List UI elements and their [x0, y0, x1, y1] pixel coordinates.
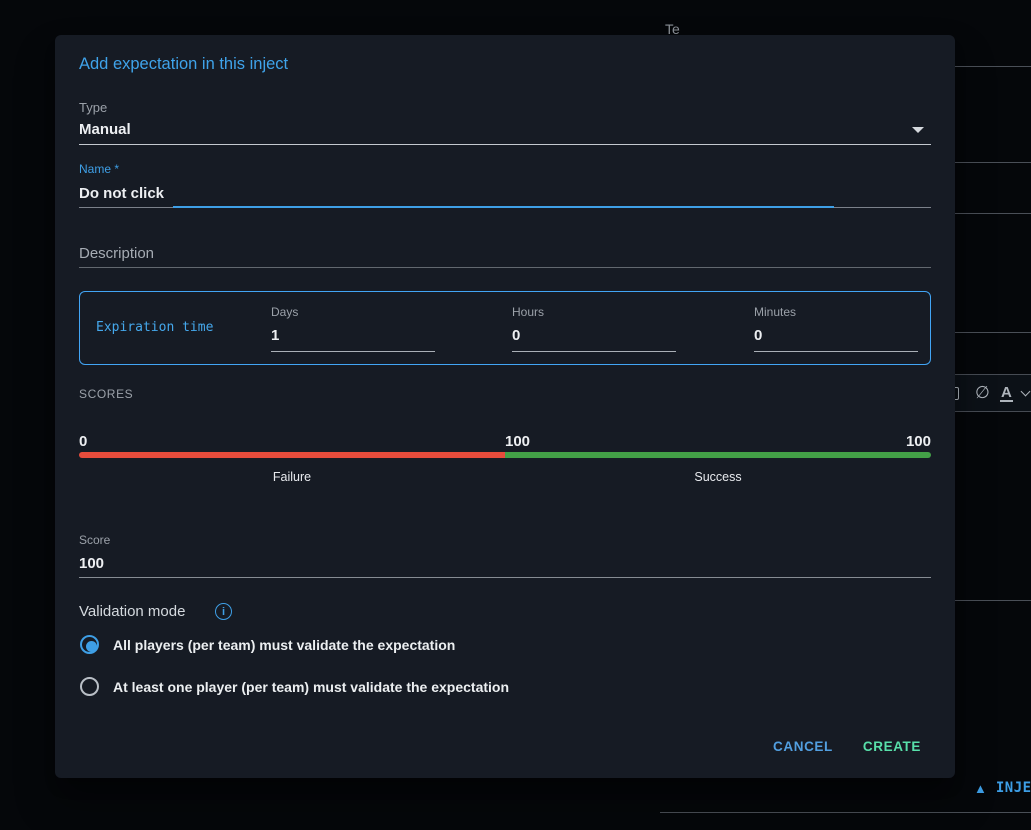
success-segment[interactable]	[505, 452, 931, 458]
link-icon[interactable]: ∅	[975, 375, 990, 411]
app-root: Te ∅ A ▲ INJEC Add expectation in this i…	[0, 0, 1031, 830]
description-underline[interactable]	[79, 267, 931, 268]
type-label: Type	[79, 100, 107, 115]
hours-label: Hours	[512, 305, 544, 319]
days-underline	[271, 351, 435, 352]
validation-mode-label: Validation mode	[79, 603, 185, 620]
inject-content-toggle[interactable]: ▲ INJEC	[974, 780, 1031, 796]
validation-mode-row: Validation mode i	[79, 603, 185, 620]
description-label: Description	[79, 245, 154, 262]
days-input[interactable]: 1	[271, 327, 279, 344]
success-label: Success	[505, 470, 931, 484]
score-input[interactable]: 100	[79, 555, 104, 572]
expiration-minutes-field: Minutes 0	[754, 292, 918, 366]
name-label: Name *	[79, 162, 119, 176]
minutes-underline	[754, 351, 918, 352]
inject-content-label: INJEC	[996, 780, 1031, 796]
footer-divider	[660, 812, 1031, 813]
radio-button-icon	[80, 677, 99, 696]
radio-all-players-label: All players (per team) must validate the…	[113, 637, 455, 653]
name-focus-underline	[173, 206, 834, 208]
expiration-time-legend: Expiration time	[96, 320, 213, 335]
expiration-time-fieldset: Expiration time Days 1 Hours 0 Minutes 0	[79, 291, 931, 365]
slider-tick-threshold: 100	[505, 433, 530, 450]
chevron-down-icon[interactable]	[1022, 375, 1029, 411]
radio-button-icon	[80, 635, 99, 654]
score-range-slider: 0 100 100 Failure Success	[79, 430, 931, 525]
score-label: Score	[79, 533, 110, 547]
info-icon[interactable]: i	[215, 603, 232, 620]
add-expectation-dialog: Add expectation in this inject Type Manu…	[55, 35, 955, 778]
days-label: Days	[271, 305, 298, 319]
type-underline	[79, 144, 931, 145]
slider-tick-min: 0	[79, 433, 87, 450]
hours-input[interactable]: 0	[512, 327, 520, 344]
failure-segment[interactable]	[79, 452, 505, 458]
type-select-value[interactable]: Manual	[79, 121, 131, 138]
hours-underline	[512, 351, 676, 352]
score-underline	[79, 577, 931, 578]
name-input[interactable]: Do not click	[79, 185, 164, 202]
expiration-days-field: Days 1	[271, 292, 435, 366]
minutes-label: Minutes	[754, 305, 796, 319]
create-button[interactable]: CREATE	[855, 730, 929, 763]
dialog-title: Add expectation in this inject	[79, 55, 288, 74]
expiration-hours-field: Hours 0	[512, 292, 676, 366]
radio-at-least-one-player-label: At least one player (per team) must vali…	[113, 679, 509, 695]
font-color-icon[interactable]: A	[1000, 375, 1013, 411]
failure-label: Failure	[79, 470, 505, 484]
slider-tick-max: 100	[906, 433, 931, 450]
minutes-input[interactable]: 0	[754, 327, 762, 344]
collapse-arrow-icon: ▲	[974, 782, 987, 795]
cancel-button[interactable]: CANCEL	[765, 730, 841, 763]
scores-heading: SCORES	[79, 387, 133, 401]
slider-track[interactable]	[79, 452, 931, 458]
dialog-actions: CANCEL CREATE	[765, 730, 929, 763]
select-dropdown-icon[interactable]	[912, 127, 924, 133]
